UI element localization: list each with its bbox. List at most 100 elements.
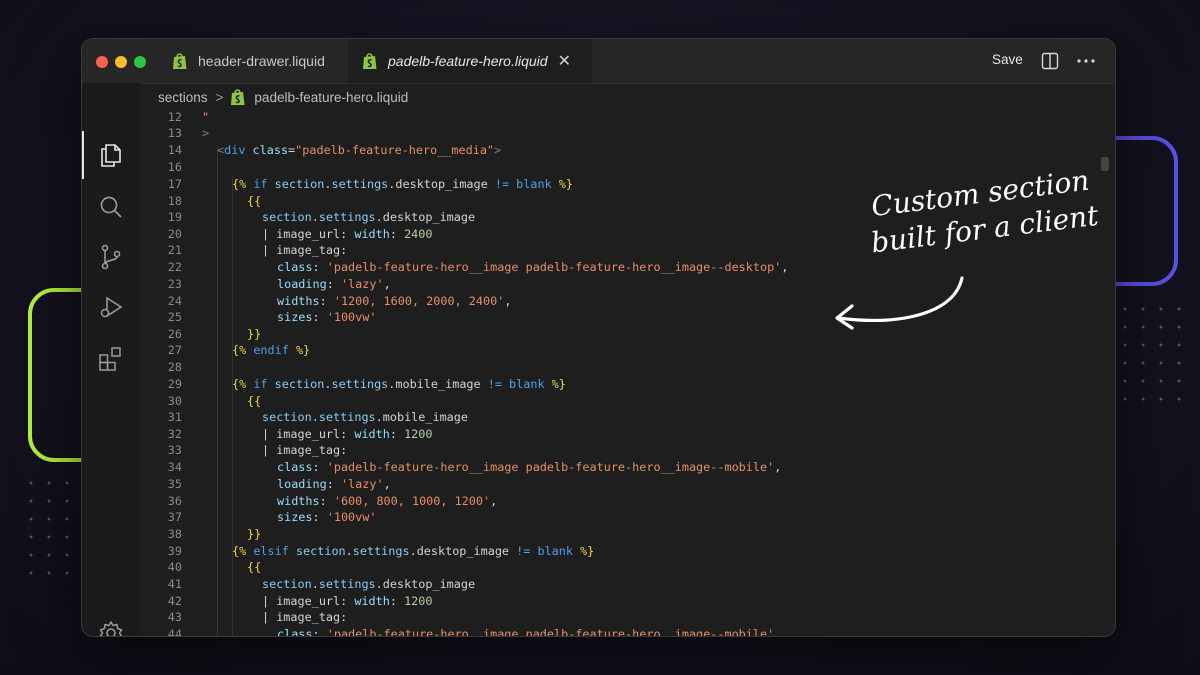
files-icon[interactable] bbox=[97, 141, 125, 169]
line-number: 19 bbox=[167, 210, 182, 224]
source-control-icon[interactable] bbox=[97, 243, 125, 271]
line-number: 43 bbox=[167, 610, 182, 624]
more-actions-icon[interactable] bbox=[1076, 52, 1096, 70]
minimize-window-button[interactable] bbox=[115, 56, 127, 68]
code-token: : bbox=[312, 310, 327, 324]
line-number: 33 bbox=[167, 443, 182, 457]
search-icon[interactable] bbox=[97, 193, 125, 221]
code-token: : bbox=[326, 277, 341, 291]
code-text: class: 'padelb-feature-hero__image padel… bbox=[277, 259, 788, 275]
code-text: {% elsif section.settings.desktop_image … bbox=[232, 543, 594, 559]
code-token: '100vw' bbox=[326, 510, 377, 524]
code-token: : bbox=[326, 477, 341, 491]
code-text: | image_url: width: 1200 bbox=[262, 593, 433, 609]
line-number: 42 bbox=[167, 594, 182, 608]
code-token: %} bbox=[580, 544, 595, 558]
code-text: <div class="padelb-feature-hero__media"> bbox=[217, 142, 501, 158]
code-token: class bbox=[277, 260, 313, 274]
code-token: class bbox=[277, 460, 313, 474]
shopify-bag-icon bbox=[173, 53, 187, 69]
breadcrumb-file[interactable]: padelb-feature-hero.liquid bbox=[254, 90, 408, 105]
line-number: 17 bbox=[167, 177, 182, 191]
breadcrumb: sections > padelb-feature-hero.liquid bbox=[158, 83, 408, 111]
line-number: 12 bbox=[167, 110, 182, 124]
line-number: 34 bbox=[167, 460, 182, 474]
zoom-window-button[interactable] bbox=[134, 56, 146, 68]
settings-gear-icon[interactable] bbox=[97, 619, 125, 637]
code-text: " bbox=[202, 109, 209, 125]
code-token: section bbox=[262, 577, 312, 591]
active-view-indicator bbox=[82, 131, 84, 179]
run-debug-icon[interactable] bbox=[97, 293, 125, 321]
code-token: . bbox=[345, 544, 353, 558]
code-token: section bbox=[295, 544, 346, 558]
code-text: | image_tag: bbox=[262, 242, 347, 258]
shopify-bag-icon bbox=[231, 89, 245, 105]
extensions-icon[interactable] bbox=[97, 345, 125, 373]
code-token: 'padelb-feature-hero__image padelb-featu… bbox=[326, 627, 775, 637]
code-token: settings bbox=[352, 544, 410, 558]
code-token: settings bbox=[331, 377, 389, 391]
code-token: %} bbox=[551, 377, 566, 391]
code-token: blank bbox=[509, 177, 559, 191]
code-token: , bbox=[781, 260, 789, 274]
code-token: , bbox=[383, 477, 391, 491]
code-text: widths: '600, 800, 1000, 1200', bbox=[277, 493, 497, 509]
code-text: widths: '1200, 1600, 2000, 2400', bbox=[277, 293, 511, 309]
line-number: 28 bbox=[167, 360, 182, 374]
code-token: : bbox=[389, 594, 405, 608]
code-token: .desktop_image bbox=[388, 177, 495, 191]
code-text: sizes: '100vw' bbox=[277, 309, 376, 325]
code-text: | image_tag: bbox=[262, 609, 347, 625]
line-number: 18 bbox=[167, 194, 182, 208]
code-token: : bbox=[319, 294, 334, 308]
code-token: widths bbox=[277, 494, 320, 508]
code-token: : bbox=[312, 627, 327, 637]
code-token: , bbox=[774, 627, 782, 637]
line-number: 36 bbox=[167, 494, 182, 508]
code-token: widths bbox=[277, 294, 320, 308]
code-text: {{ bbox=[247, 193, 261, 209]
code-token: {% bbox=[232, 544, 247, 558]
line-number: 35 bbox=[167, 477, 182, 491]
code-token: section bbox=[274, 377, 325, 391]
code-token: {% bbox=[232, 343, 247, 357]
split-editor-icon[interactable] bbox=[1041, 52, 1059, 70]
scrollbar[interactable] bbox=[1101, 157, 1109, 171]
code-token: : bbox=[319, 494, 334, 508]
code-token: {% bbox=[232, 377, 247, 391]
code-text: loading: 'lazy', bbox=[277, 276, 391, 292]
breadcrumb-folder[interactable]: sections bbox=[158, 90, 208, 105]
code-token: , bbox=[504, 294, 512, 308]
code-token: > bbox=[202, 126, 210, 140]
decorative-dot-grid bbox=[1116, 300, 1186, 404]
code-token: loading bbox=[277, 477, 327, 491]
code-token: {{ bbox=[247, 560, 262, 574]
line-number: 24 bbox=[167, 294, 182, 308]
tab-padelb-feature-hero[interactable]: padelb-feature-hero.liquid ✕ bbox=[348, 39, 592, 83]
code-token: if bbox=[246, 377, 275, 391]
code-token: '600, 800, 1000, 1200' bbox=[333, 494, 491, 508]
code-token: .mobile_image bbox=[388, 377, 488, 391]
code-token: : bbox=[389, 227, 405, 241]
code-token: " bbox=[202, 110, 210, 124]
tab-header-drawer[interactable]: header-drawer.liquid bbox=[164, 39, 354, 83]
close-tab-icon[interactable]: ✕ bbox=[558, 51, 571, 71]
code-token: %} bbox=[295, 343, 311, 357]
save-button[interactable]: Save bbox=[992, 52, 1023, 67]
code-text: > bbox=[202, 125, 209, 141]
code-token: 'lazy' bbox=[340, 277, 384, 291]
code-token: . bbox=[311, 410, 319, 424]
code-token: section bbox=[262, 410, 312, 424]
close-window-button[interactable] bbox=[96, 56, 108, 68]
code-token: 1200 bbox=[404, 594, 433, 608]
code-token: , bbox=[774, 460, 782, 474]
code-token: {{ bbox=[247, 394, 262, 408]
code-text: }} bbox=[247, 526, 261, 542]
code-token: : bbox=[389, 427, 405, 441]
code-token: loading bbox=[277, 277, 327, 291]
code-token: > bbox=[494, 143, 502, 157]
line-number: 30 bbox=[167, 394, 182, 408]
code-token: | image_url: bbox=[262, 427, 355, 441]
indent-guide bbox=[217, 145, 218, 636]
